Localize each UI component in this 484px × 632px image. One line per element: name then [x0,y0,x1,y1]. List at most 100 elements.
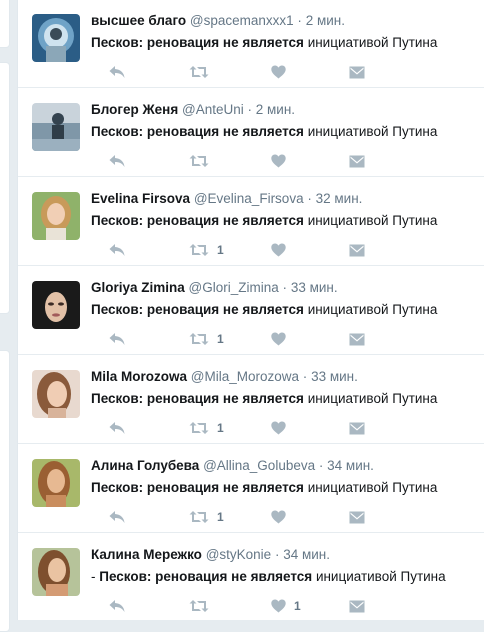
retweet-button[interactable] [189,596,217,616]
heart-icon [271,332,286,346]
direct-message-button[interactable] [349,62,365,82]
tweet[interactable]: Mila Morozowa @Mila_Morozowa · 33 мин. П… [18,356,484,444]
avatar[interactable] [32,459,80,507]
left-column [0,0,10,632]
tweet[interactable]: высшее благо @spacemanxxx1 · 2 мин. Песк… [18,0,484,88]
user-handle[interactable]: @Mila_Morozowa [191,369,299,384]
retweet-button[interactable]: 1 [189,507,224,527]
retweet-button[interactable]: 1 [189,240,224,260]
timestamp[interactable]: 2 мин. [256,102,295,117]
tweet-text-prefix: - [91,569,100,584]
like-button[interactable]: 1 [271,596,301,616]
user-handle[interactable]: @spacemanxxx1 [190,13,294,28]
timestamp[interactable]: 33 мин. [311,369,358,384]
reply-button[interactable] [109,151,125,171]
direct-message-button[interactable] [349,240,365,260]
direct-message-icon [349,422,365,434]
retweet-button[interactable]: 1 [189,418,224,438]
tweet[interactable]: Алина Голубева @Allina_Golubeva · 34 мин… [18,445,484,533]
user-name[interactable]: Блогер Женя [91,102,178,117]
retweet-icon [189,155,209,167]
reply-icon [109,600,125,612]
separator-dot: · [282,280,288,295]
retweet-count: 1 [217,243,224,257]
timestamp[interactable]: 34 мин. [327,458,374,473]
direct-message-icon [349,600,365,612]
heart-icon [271,243,286,257]
tweet-header: Калина Мережко @styKonie · 34 мин. [91,546,330,564]
reply-icon [109,66,125,78]
timestamp[interactable]: 33 мин. [291,280,338,295]
avatar[interactable] [32,370,80,418]
tweet[interactable]: Блогер Женя @AnteUni · 2 мин. Песков: ре… [18,89,484,177]
tweet[interactable]: Калина Мережко @styKonie · 34 мин. - Пес… [18,534,484,622]
avatar[interactable] [32,103,80,151]
reply-button[interactable] [109,240,125,260]
reply-icon [109,244,125,256]
direct-message-button[interactable] [349,418,365,438]
left-card [0,62,10,314]
reply-button[interactable] [109,507,125,527]
reply-icon [109,155,125,167]
avatar[interactable] [32,192,80,240]
avatar[interactable] [32,548,80,596]
tweet-actions [91,62,391,82]
tweet-text-bold: Песков: реновация не является [99,569,313,584]
direct-message-icon [349,155,365,167]
timestamp[interactable]: 34 мин. [283,547,330,562]
like-button[interactable] [271,62,294,82]
retweet-button[interactable] [189,62,217,82]
timestamp[interactable]: 2 мин. [306,13,345,28]
heart-icon [271,510,286,524]
direct-message-button[interactable] [349,329,365,349]
reply-button[interactable] [109,329,125,349]
retweet-button[interactable] [189,151,217,171]
heart-icon [271,421,286,435]
user-name[interactable]: Mila Morozowa [91,369,187,384]
tweet-text-rest: инициативой Путина [303,480,438,495]
timestamp[interactable]: 32 мин. [316,191,363,206]
like-button[interactable] [271,151,294,171]
user-name[interactable]: Алина Голубева [91,458,199,473]
like-button[interactable] [271,507,294,527]
user-handle[interactable]: @AnteUni [182,102,244,117]
avatar[interactable] [32,14,80,62]
tweet[interactable]: Evelina Firsova @Evelina_Firsova · 32 ми… [18,178,484,266]
reply-button[interactable] [109,62,125,82]
direct-message-icon [349,66,365,78]
heart-icon [271,154,286,168]
reply-button[interactable] [109,596,125,616]
user-name[interactable]: Gloriya Zimina [91,280,185,295]
retweet-icon [189,244,209,256]
tweet-text-rest: инициативой Путина [303,213,438,228]
tweet-text: Песков: реновация не является инициативо… [91,479,437,497]
user-handle[interactable]: @Allina_Golubeva [203,458,315,473]
tweet[interactable]: Gloriya Zimina @Glori_Zimina · 33 мин. П… [18,267,484,355]
user-handle[interactable]: @styKonie [206,547,271,562]
retweet-icon [189,511,209,523]
direct-message-button[interactable] [349,151,365,171]
like-button[interactable] [271,329,294,349]
left-card [0,0,10,48]
direct-message-button[interactable] [349,596,365,616]
avatar[interactable] [32,281,80,329]
retweet-button[interactable]: 1 [189,329,224,349]
retweet-count: 1 [217,421,224,435]
tweet-text-bold: Песков: реновация не является [91,213,304,228]
retweet-count: 1 [217,510,224,524]
direct-message-button[interactable] [349,507,365,527]
user-name[interactable]: Калина Мережко [91,547,202,562]
like-button[interactable] [271,240,294,260]
user-name[interactable]: высшее благо [91,13,186,28]
reply-button[interactable] [109,418,125,438]
user-handle[interactable]: @Glori_Zimina [189,280,279,295]
user-handle[interactable]: @Evelina_Firsova [194,191,304,206]
retweet-icon [189,333,209,345]
separator-dot: · [318,458,324,473]
tweet-text-bold: Песков: реновация не является [91,124,304,139]
separator-dot: · [247,102,252,117]
like-button[interactable] [271,418,294,438]
tweet-text: Песков: реновация не является инициативо… [91,123,437,141]
user-name[interactable]: Evelina Firsova [91,191,190,206]
tweet-text-rest: инициативой Путина [303,302,438,317]
